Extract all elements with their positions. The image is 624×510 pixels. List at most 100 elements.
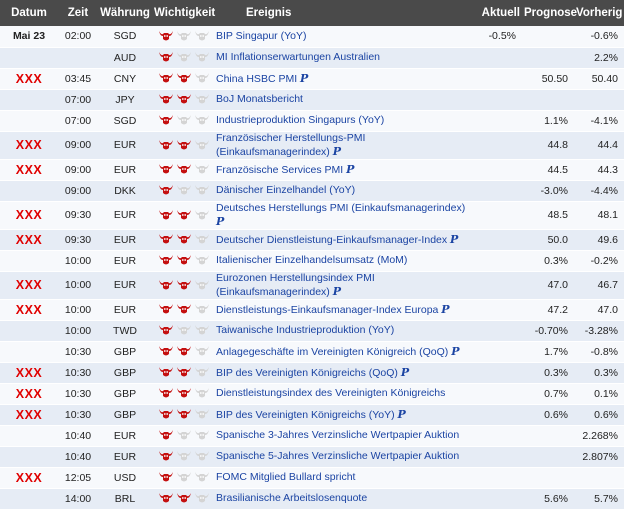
calendar-row[interactable]: XXX 10:30 GBP Dienstleistungsindex des Vere…	[0, 383, 624, 405]
pm-icon[interactable]: P	[451, 345, 459, 358]
calendar-row[interactable]: 07:00 SGD Industrieproduktion Singapurs (Y…	[0, 110, 624, 132]
bull-icon-active	[158, 209, 174, 222]
event-link[interactable]: Dienstleistungs-Einkaufsmanager-Index Eu…	[216, 304, 438, 316]
event-link[interactable]: Französischer Herstellungs-PMI	[216, 132, 365, 145]
calendar-row[interactable]: 09:00 DKK Dänischer Einzelhandel (YoY) -3.0…	[0, 180, 624, 202]
pm-icon[interactable]: P	[300, 72, 308, 85]
col-header-importance[interactable]: Wichtigkeit	[152, 0, 215, 26]
row-previous: 48.1	[574, 201, 624, 230]
calendar-row[interactable]: XXX 10:30 GBP BIP des Vereinigten Königreic…	[0, 404, 624, 426]
bull-icon-active	[158, 366, 174, 379]
event-link[interactable]: Deutsches Herstellungs PMI (Einkaufsmana…	[216, 202, 465, 215]
event-link-line2[interactable]: (Einkaufsmanagerindex)	[216, 146, 330, 158]
event-link[interactable]: BIP Singapur (YoY)	[216, 30, 306, 42]
calendar-row[interactable]: 10:40 EUR Spanische 5-Jahres Verzinsliche …	[0, 446, 624, 468]
calendar-row[interactable]: 10:40 EUR Spanische 3-Jahres Verzinsliche …	[0, 425, 624, 447]
row-flag: XXX	[0, 159, 58, 181]
col-header-currency[interactable]: Währung	[98, 0, 152, 26]
importance-indicator	[152, 467, 214, 489]
event-link-line2[interactable]: (Einkaufsmanagerindex)	[216, 286, 330, 298]
event-link[interactable]: Italienischer Einzelhandelsumsatz (MoM)	[216, 254, 407, 266]
row-event: BIP des Vereinigten Königreichs (QoQ) P	[214, 362, 472, 384]
event-link[interactable]: BoJ Monatsbericht	[216, 93, 303, 105]
row-flag: XXX	[0, 68, 58, 90]
row-actual	[472, 271, 522, 300]
row-event: Französischer Herstellungs-PMI (Einkaufsm…	[214, 131, 472, 160]
calendar-row[interactable]: XXX 03:45 CNY China HSBC PMI P 50.50 50.40	[0, 68, 624, 90]
event-link[interactable]: Französische Services PMI	[216, 164, 343, 176]
col-header-event[interactable]: Ereignis	[214, 0, 472, 26]
col-header-previous[interactable]: Vorherig	[574, 0, 624, 26]
economic-calendar-table: Datum Zeit Währung Wichtigkeit Ereignis …	[0, 0, 624, 510]
row-currency: GBP	[98, 383, 152, 405]
calendar-row[interactable]: 10:00 EUR Italienischer Einzelhandelsumsat…	[0, 250, 624, 272]
event-link[interactable]: Industrieproduktion Singapurs (YoY)	[216, 114, 384, 126]
importance-indicator	[152, 271, 214, 300]
calendar-row[interactable]: XXX 09:00 EUR Französischer Herstellungs-PM…	[0, 131, 624, 160]
event-link[interactable]: Dienstleistungsindex des Vereinigten Kön…	[216, 387, 445, 399]
event-link[interactable]: Brasilianische Arbeitslosenquote	[216, 492, 367, 504]
pm-icon[interactable]: P	[346, 163, 354, 176]
row-currency: EUR	[98, 229, 152, 251]
pm-icon[interactable]: P	[333, 285, 341, 298]
bull-icon-active	[158, 51, 174, 64]
col-header-time[interactable]: Zeit	[58, 0, 98, 26]
calendar-row[interactable]: 10:30 GBP Anlagegeschäfte im Vereinigten K…	[0, 341, 624, 363]
calendar-row[interactable]: XXX 10:30 GBP BIP des Vereinigten Königreic…	[0, 362, 624, 384]
bull-icon-inactive	[176, 450, 192, 463]
bull-icon-inactive	[194, 139, 210, 152]
event-link[interactable]: China HSBC PMI	[216, 73, 297, 85]
event-link[interactable]: Deutscher Dienstleistung-Einkaufsmanager…	[216, 234, 447, 246]
row-forecast: 50.0	[522, 229, 574, 251]
row-event: Dienstleistungsindex des Vereinigten Kön…	[214, 383, 472, 405]
event-link[interactable]: Dänischer Einzelhandel (YoY)	[216, 184, 355, 196]
event-link[interactable]: Spanische 3-Jahres Verzinsliche Wertpapi…	[216, 429, 459, 441]
bull-icon-active	[158, 279, 174, 292]
pm-icon[interactable]: P	[216, 215, 224, 228]
importance-indicator	[152, 110, 214, 132]
pm-icon[interactable]: P	[450, 233, 458, 246]
calendar-row[interactable]: XXX 12:05 USD FOMC Mitglied Bullard spricht	[0, 467, 624, 489]
row-time: 10:40	[58, 446, 98, 468]
bull-icon-active	[158, 184, 174, 197]
calendar-row[interactable]: XXX 10:00 EUR Dienstleistungs-Einkaufsmanag…	[0, 299, 624, 321]
event-link[interactable]: Eurozonen Herstellungsindex PMI	[216, 272, 375, 285]
row-date	[0, 425, 58, 447]
calendar-row[interactable]: XXX 10:00 EUR Eurozonen Herstellungsindex P…	[0, 271, 624, 300]
event-link[interactable]: Taiwanische Industrieproduktion (YoY)	[216, 324, 394, 336]
row-currency: GBP	[98, 404, 152, 426]
calendar-row[interactable]: XXX 09:00 EUR Französische Services PMI P 44…	[0, 159, 624, 181]
calendar-row[interactable]: Mai 23 02:00 SGD BIP Singapur (YoY) -0.5% -0.…	[0, 26, 624, 48]
pm-icon[interactable]: P	[441, 303, 449, 316]
calendar-row[interactable]: XXX 09:30 EUR Deutsches Herstellungs PMI (E…	[0, 201, 624, 230]
event-link[interactable]: Anlagegeschäfte im Vereinigten Königreic…	[216, 346, 448, 358]
row-previous: 46.7	[574, 271, 624, 300]
row-currency: USD	[98, 467, 152, 489]
event-link[interactable]: FOMC Mitglied Bullard spricht	[216, 471, 355, 483]
pm-icon[interactable]: P	[333, 145, 341, 158]
bull-icon-inactive	[194, 450, 210, 463]
event-link[interactable]: MI Inflationserwartungen Australien	[216, 51, 380, 63]
col-header-date[interactable]: Datum	[0, 0, 58, 26]
event-link[interactable]: Spanische 5-Jahres Verzinsliche Wertpapi…	[216, 450, 459, 462]
calendar-row[interactable]: AUD MI Inflationserwartungen Australien 2.…	[0, 47, 624, 69]
event-link[interactable]: BIP des Vereinigten Königreichs (QoQ)	[216, 367, 398, 379]
row-currency: EUR	[98, 201, 152, 230]
calendar-row[interactable]: 07:00 JPY BoJ Monatsbericht	[0, 89, 624, 111]
col-header-forecast[interactable]: Prognose	[522, 0, 577, 26]
pm-icon[interactable]: P	[401, 366, 409, 379]
pm-icon[interactable]: P	[398, 408, 406, 421]
bull-icon-inactive	[176, 184, 192, 197]
bull-icon-inactive	[176, 114, 192, 127]
row-flag: XXX	[0, 229, 58, 251]
row-currency: SGD	[98, 26, 152, 48]
bull-icon-inactive	[194, 30, 210, 43]
bull-icon-inactive	[194, 93, 210, 106]
calendar-row[interactable]: XXX 09:30 EUR Deutscher Dienstleistung-Eink…	[0, 229, 624, 251]
col-header-actual[interactable]: Aktuell	[472, 0, 522, 26]
row-time: 10:00	[58, 320, 98, 342]
event-link[interactable]: BIP des Vereinigten Königreichs (YoY)	[216, 409, 395, 421]
calendar-row[interactable]: 10:00 TWD Taiwanische Industrieproduktion …	[0, 320, 624, 342]
row-date	[0, 180, 58, 202]
row-time: 10:40	[58, 425, 98, 447]
